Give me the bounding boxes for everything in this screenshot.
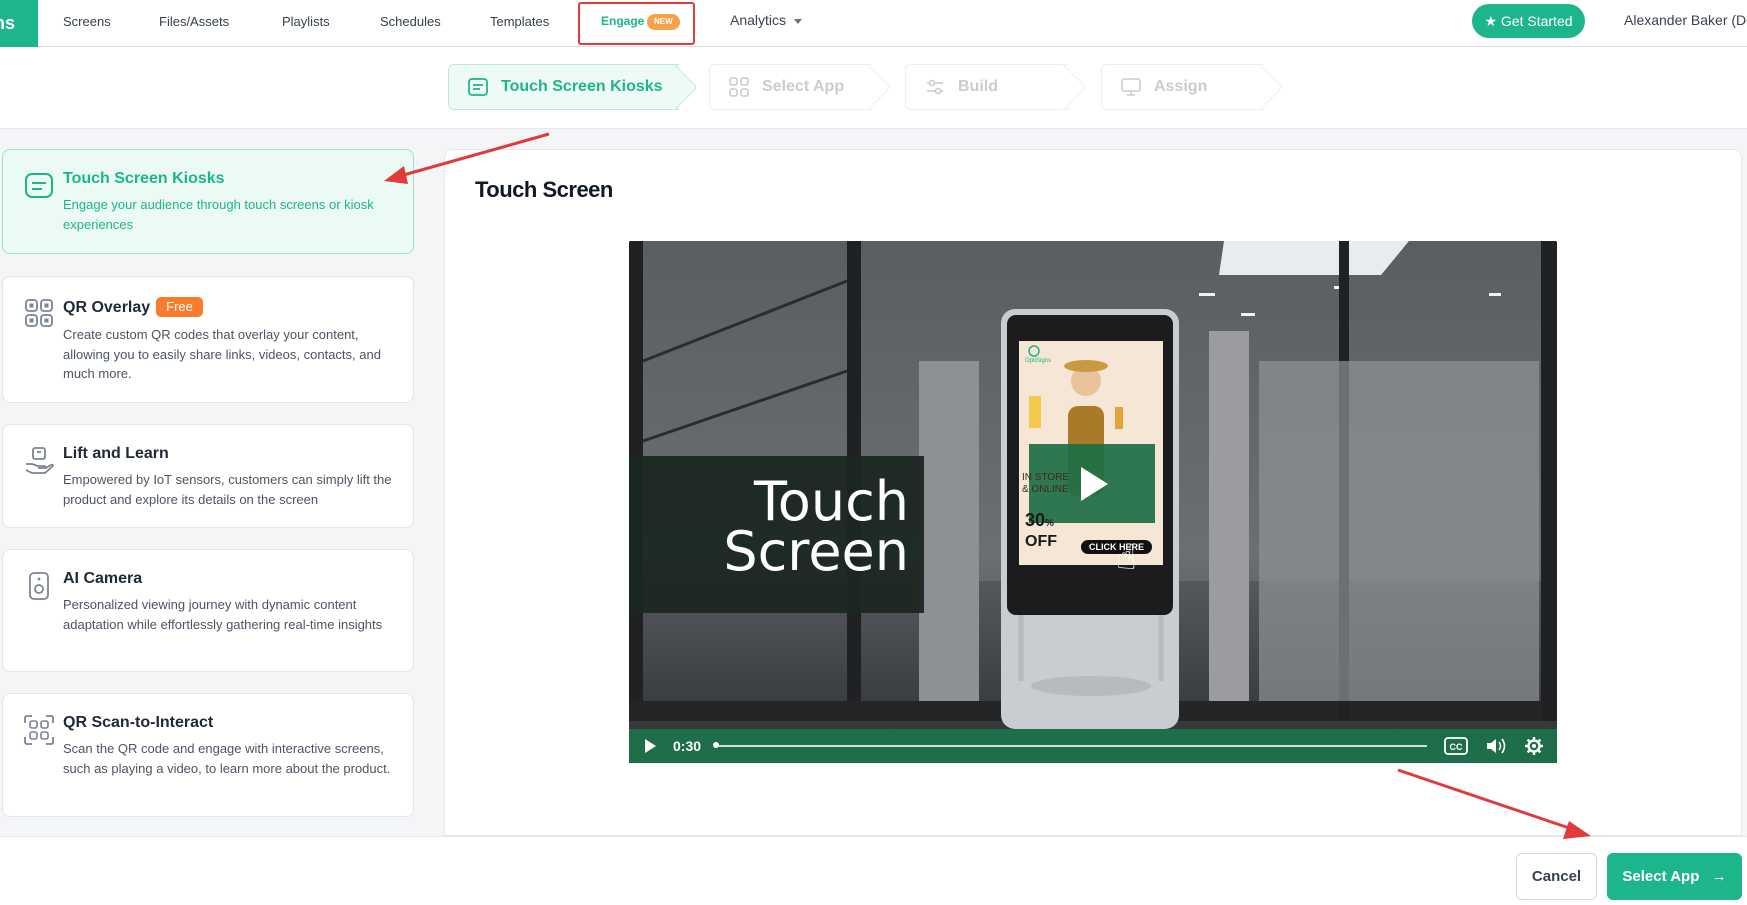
discount-off: OFF xyxy=(1025,533,1057,550)
kiosk-text-1: IN STORE xyxy=(1022,472,1070,483)
monitor-icon xyxy=(1120,76,1142,98)
hand-box-icon xyxy=(23,445,55,477)
new-badge: NEW xyxy=(647,14,680,30)
step-select-app[interactable]: Select App xyxy=(709,64,872,110)
qr-scan-icon xyxy=(23,714,55,746)
volume-icon[interactable] xyxy=(1485,737,1507,755)
top-navigation-bar: ns Screens Files/Assets Playlists Schedu… xyxy=(0,0,1747,47)
step-build[interactable]: Build xyxy=(905,64,1068,110)
app-logo[interactable]: ns xyxy=(0,0,38,47)
user-account-menu[interactable]: Alexander Baker (De xyxy=(1624,0,1747,41)
kiosk-icon xyxy=(467,76,489,98)
video-time: 0:30 xyxy=(673,738,702,754)
step-label: Assign xyxy=(1154,78,1208,95)
cancel-button[interactable]: Cancel xyxy=(1516,853,1597,900)
app-card-description: Empowered by IoT sensors, customers can … xyxy=(63,472,392,507)
video-controls: 0:30 CC xyxy=(629,729,1557,763)
nav-files-assets[interactable]: Files/Assets xyxy=(159,0,229,47)
get-started-label: Get Started xyxy=(1500,13,1573,29)
kiosk-discount: 30% OFF xyxy=(1025,511,1057,551)
camera-icon xyxy=(23,570,55,602)
hand-pointer-icon: ☝ xyxy=(1116,539,1137,577)
grid-icon xyxy=(728,76,750,98)
arrow-right-icon: → xyxy=(1711,868,1727,885)
app-card-ai-camera[interactable]: AI Camera Personalized viewing journey w… xyxy=(2,549,414,672)
nav-playlists[interactable]: Playlists xyxy=(282,0,330,47)
chevron-down-icon xyxy=(794,18,803,24)
video-player[interactable]: Touch Screen OptiSigns IN STORE & ONLINE… xyxy=(629,241,1557,763)
nav-schedules[interactable]: Schedules xyxy=(380,0,441,47)
app-card-title-row: QR Overlay Free xyxy=(63,297,203,317)
app-card-description: Create custom QR codes that overlay your… xyxy=(63,327,381,381)
app-card-title: QR Overlay xyxy=(63,299,151,316)
discount-value: 30 xyxy=(1025,510,1046,530)
star-icon: ★ xyxy=(1484,13,1498,29)
svg-text:CC: CC xyxy=(1450,742,1463,752)
app-card-title: QR Scan-to-Interact xyxy=(63,714,214,731)
nav-templates[interactable]: Templates xyxy=(490,0,549,47)
nav-screens[interactable]: Screens xyxy=(63,0,111,47)
app-card-description: Personalized viewing journey with dynami… xyxy=(63,597,383,632)
kiosk-text-2: & ONLINE xyxy=(1022,484,1069,495)
select-app-button[interactable]: Select App → xyxy=(1607,853,1742,900)
app-card-touch-screen-kiosks[interactable]: Touch Screen Kiosks Engage your audience… xyxy=(2,149,414,254)
get-started-button[interactable]: ★ Get Started xyxy=(1472,4,1585,38)
step-touch-screen-kiosks[interactable]: Touch Screen Kiosks xyxy=(448,64,679,110)
app-card-lift-and-learn[interactable]: Lift and Learn Empowered by IoT sensors,… xyxy=(2,424,414,528)
nav-analytics-label: Analytics xyxy=(730,12,787,28)
play-icon[interactable] xyxy=(643,738,657,754)
app-card-title: Lift and Learn xyxy=(63,445,169,462)
select-app-label: Select App xyxy=(1622,868,1700,885)
kiosk-icon xyxy=(23,170,55,202)
step-label: Build xyxy=(958,78,998,95)
discount-percent: % xyxy=(1045,518,1054,529)
nav-engage[interactable]: Engage xyxy=(601,0,644,43)
app-card-title: Touch Screen Kiosks xyxy=(63,170,225,187)
overlay-line-2: Screen xyxy=(723,520,909,583)
preview-title: Touch Screen xyxy=(475,177,613,202)
video-progress-track[interactable] xyxy=(715,745,1427,747)
free-badge: Free xyxy=(156,297,203,317)
app-card-qr-overlay[interactable]: QR Overlay Free Create custom QR codes th… xyxy=(2,276,414,403)
sliders-icon xyxy=(924,76,946,98)
app-card-description: Engage your audience through touch scree… xyxy=(63,197,374,232)
settings-gear-icon[interactable] xyxy=(1524,736,1544,756)
closed-captions-icon[interactable]: CC xyxy=(1444,737,1468,755)
app-card-title: AI Camera xyxy=(63,570,143,587)
kiosk-brand: OptiSigns xyxy=(1025,358,1052,364)
step-label: Select App xyxy=(762,78,845,95)
app-card-description: Scan the QR code and engage with interac… xyxy=(63,741,391,776)
nav-analytics-dropdown[interactable]: Analytics xyxy=(730,0,803,41)
step-label: Touch Screen Kiosks xyxy=(501,78,663,95)
video-progress-handle[interactable] xyxy=(713,742,719,748)
app-card-qr-scan-to-interact[interactable]: QR Scan-to-Interact Scan the QR code and… xyxy=(2,693,414,817)
wizard-footer xyxy=(0,836,1747,905)
video-overlay-title: Touch Screen xyxy=(699,475,909,583)
step-assign[interactable]: Assign xyxy=(1101,64,1264,110)
qr-icon xyxy=(23,297,55,329)
wizard-stepper: Touch Screen Kiosks Select App Build Ass… xyxy=(0,47,1747,129)
